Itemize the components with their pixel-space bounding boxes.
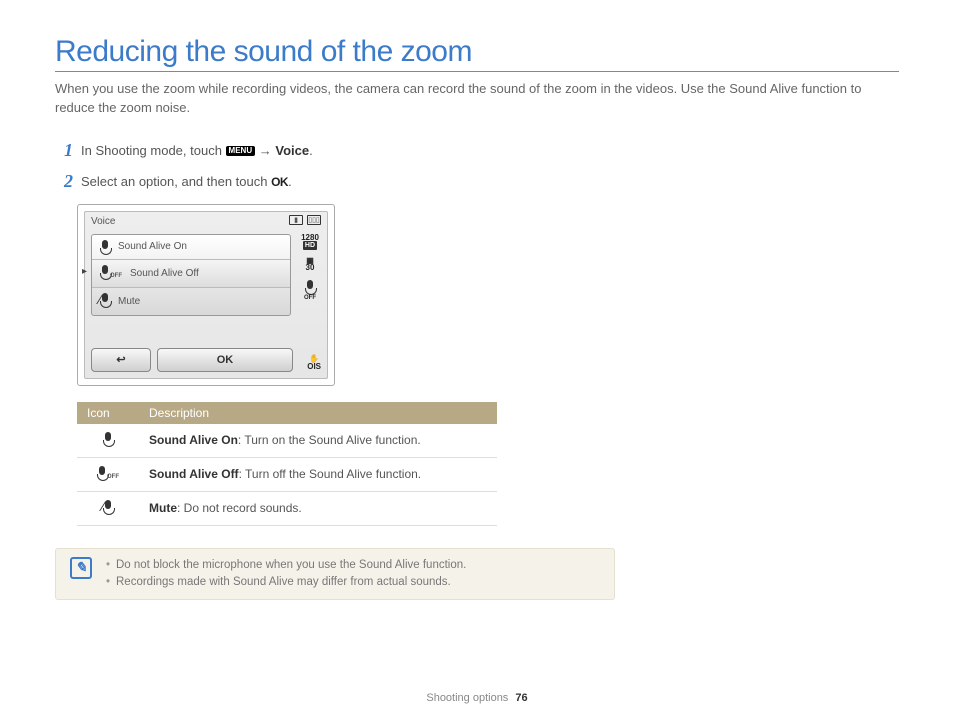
microphone-mute-icon: ∕: [100, 293, 110, 310]
battery-icon: ▯▯▯: [307, 215, 321, 225]
microphone-icon: [100, 240, 110, 254]
lcd-button-bar: ↩ OK: [91, 348, 293, 372]
lcd-status-icons: ▮ ▯▯▯: [289, 215, 321, 225]
camera-lcd-mockup: Voice ▮ ▯▯▯ 1280HD ▦30 OFF Sound Alive O…: [77, 204, 335, 386]
step-2-text: Select an option, and then touch OK.: [81, 174, 292, 189]
option-sound-alive-off[interactable]: OFF Sound Alive Off: [92, 260, 290, 288]
note-item: Do not block the microphone when you use…: [106, 557, 466, 574]
page-footer: Shooting options 76: [0, 692, 954, 704]
back-arrow-icon: ↩: [116, 353, 125, 366]
mic-off-side-icon: OFF: [304, 280, 316, 304]
step-1-text: In Shooting mode, touch MENU → Voice.: [81, 143, 313, 158]
lcd-side-indicators: 1280HD ▦30 OFF: [299, 234, 321, 303]
step-1: 1 In Shooting mode, touch MENU → Voice.: [59, 140, 899, 161]
icon-description-table: Icon Description Sound Alive On: Turn on…: [77, 402, 497, 526]
resolution-badge: 1280HD: [301, 234, 319, 249]
option-mute[interactable]: ∕ Mute: [92, 288, 290, 315]
col-icon: Icon: [77, 402, 139, 424]
ok-button[interactable]: OK: [157, 348, 293, 372]
note-item: Recordings made with Sound Alive may dif…: [106, 574, 466, 591]
menu-icon: MENU: [226, 146, 256, 156]
lcd-screen: Voice ▮ ▯▯▯ 1280HD ▦30 OFF Sound Alive O…: [84, 211, 328, 379]
ois-icon: ✋OIS: [307, 355, 321, 369]
microphone-off-icon: OFF: [97, 469, 119, 483]
step-number: 2: [59, 171, 73, 192]
microphone-off-icon: OFF: [100, 265, 122, 282]
back-button[interactable]: ↩: [91, 348, 151, 372]
microphone-icon: [103, 432, 113, 446]
table-row: OFF Sound Alive Off: Turn off the Sound …: [77, 457, 497, 491]
lcd-menu-title: Voice: [91, 216, 115, 227]
microphone-mute-icon: ∕: [103, 500, 113, 517]
note-list: Do not block the microphone when you use…: [106, 557, 466, 592]
note-icon: ✎: [70, 557, 92, 579]
step-number: 1: [59, 140, 73, 161]
option-sound-alive-on[interactable]: Sound Alive On: [92, 235, 290, 260]
table-row: ∕ Mute: Do not record sounds.: [77, 491, 497, 525]
memory-card-icon: ▮: [289, 215, 303, 225]
page-title: Reducing the sound of the zoom: [55, 35, 899, 72]
steps-list: 1 In Shooting mode, touch MENU → Voice. …: [59, 140, 899, 192]
voice-options-panel: Sound Alive On OFF Sound Alive Off ∕ Mut…: [91, 234, 291, 316]
note-box: ✎ Do not block the microphone when you u…: [55, 548, 615, 601]
ok-icon: OK: [271, 175, 288, 189]
fps-icon: ▦30: [306, 257, 315, 271]
col-description: Description: [139, 402, 497, 424]
step-2: 2 Select an option, and then touch OK.: [59, 171, 899, 192]
table-row: Sound Alive On: Turn on the Sound Alive …: [77, 424, 497, 458]
intro-text: When you use the zoom while recording vi…: [55, 80, 899, 118]
